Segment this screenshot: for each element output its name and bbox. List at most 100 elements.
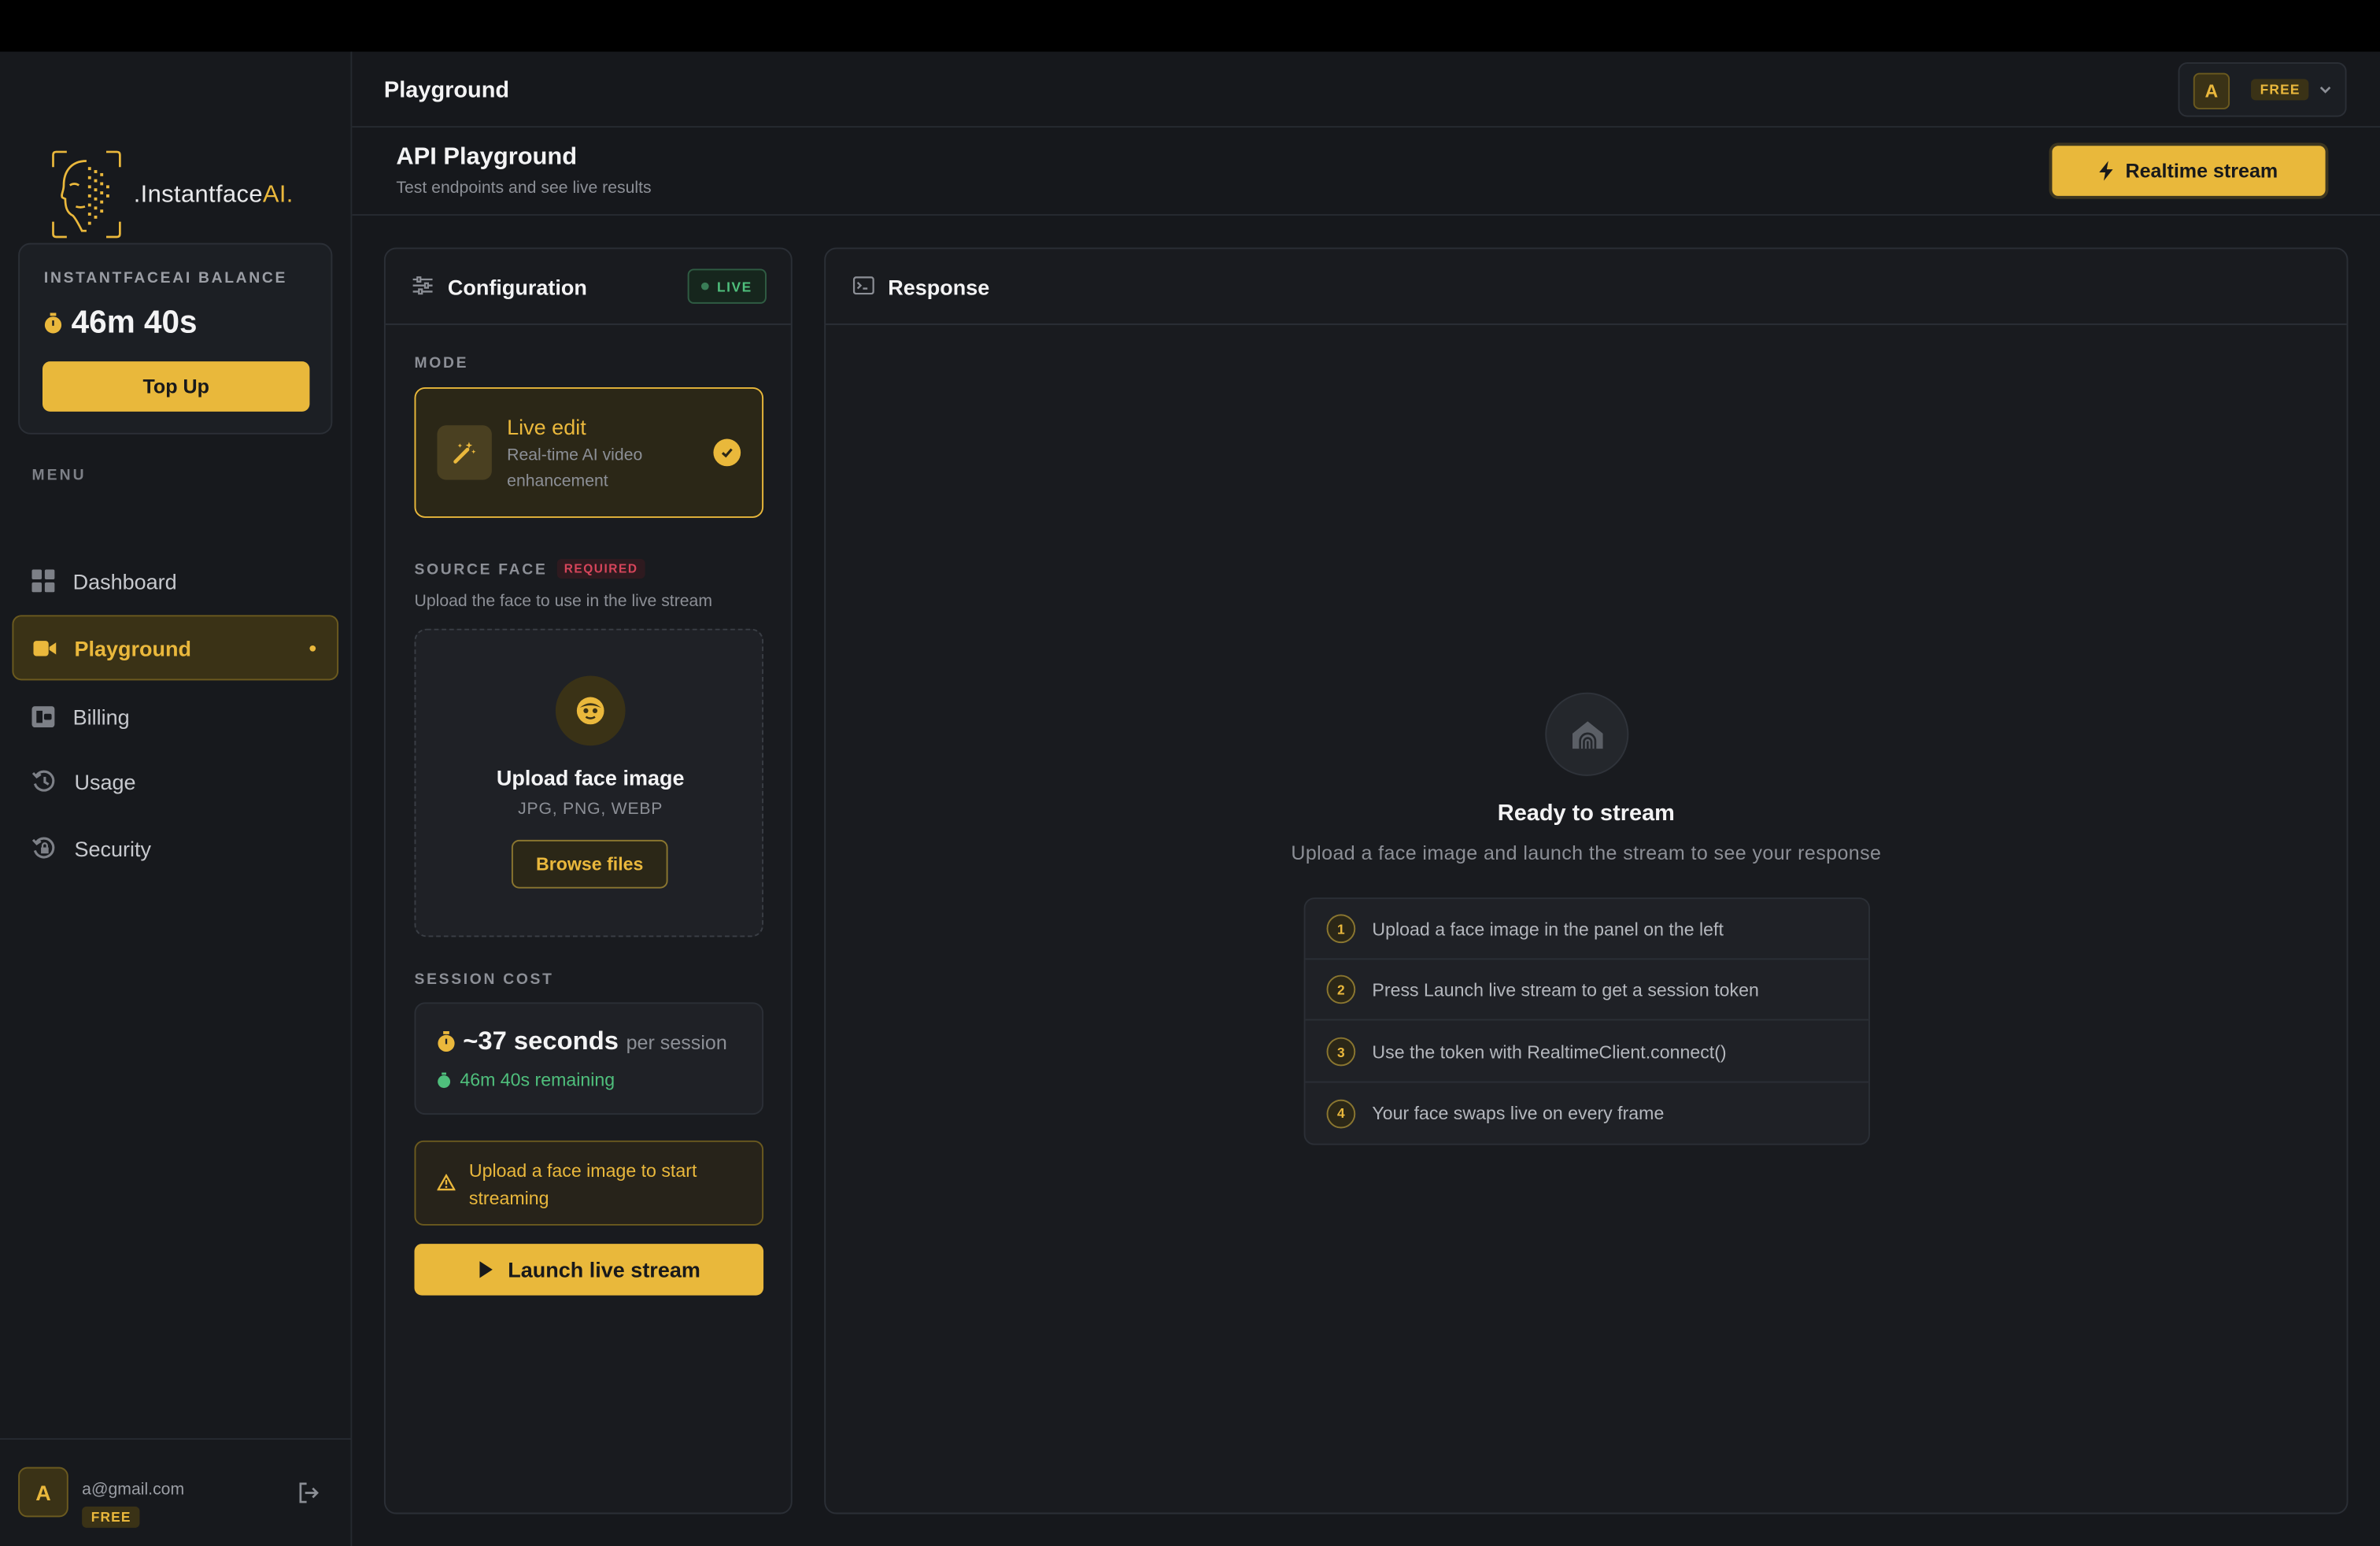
empty-state-description: Upload a face image and launch the strea… [1291, 841, 1882, 864]
wallet-icon [31, 705, 55, 727]
session-cost-card: ~37 seconds per session 46m 40s remainin… [414, 1002, 764, 1115]
face-scan-logo-icon [52, 150, 121, 239]
sidebar-item-usage[interactable]: Usage [12, 749, 338, 814]
sidebar-item-billing[interactable]: Billing [12, 683, 338, 749]
launch-live-stream-button[interactable]: Launch live stream [414, 1244, 764, 1296]
session-cost-label: SESSION COST [414, 971, 554, 989]
configuration-panel: Configuration LIVE MODE Live edit Real-t… [383, 247, 793, 1515]
check-icon [713, 438, 741, 467]
cost-value: ~37 seconds [463, 1026, 619, 1056]
stopwatch-icon [438, 1071, 451, 1088]
panel-title: Response [888, 275, 990, 300]
mode-option-live-edit[interactable]: Live edit Real-time AI video enhancement [414, 386, 764, 518]
main-content: Playground A FREE API Playground Test en… [352, 51, 2380, 1546]
history-icon [31, 770, 55, 792]
active-indicator [309, 644, 316, 651]
panel-title: Configuration [447, 275, 587, 300]
mode-label: MODE [414, 355, 469, 372]
step-number: 4 [1326, 1098, 1356, 1128]
warning-triangle-icon [437, 1174, 456, 1191]
top-bar: Playground A FREE [352, 52, 2380, 128]
balance-label: INSTANTFACEAI BALANCE [43, 270, 288, 287]
magic-wand-icon [437, 425, 492, 480]
live-status-text: LIVE [717, 279, 752, 294]
step-text: Use the token with RealtimeClient.connec… [1372, 1041, 1727, 1063]
cost-unit: per session [626, 1030, 727, 1054]
section-subtitle: Test endpoints and see live results [396, 179, 652, 198]
sidebar-item-label: Usage [74, 769, 136, 794]
plan-badge: FREE [82, 1506, 141, 1528]
shield-lock-icon [31, 837, 55, 859]
steps-list: 1 Upload a face image in the panel on the… [1303, 897, 1870, 1145]
top-up-button[interactable]: Top Up [42, 361, 310, 412]
sidebar: .InstantfaceAI. INSTANTFACEAI BALANCE 46… [0, 51, 353, 1546]
balance-card: INSTANTFACEAI BALANCE 46m 40s Top Up [18, 242, 333, 435]
balance-amount: 46m 40s [71, 305, 198, 341]
list-item: 4 Your face swaps live on every frame [1306, 1083, 1868, 1144]
video-camera-icon [33, 640, 57, 656]
play-icon [479, 1261, 493, 1278]
step-number: 1 [1326, 914, 1356, 944]
mode-description: Real-time AI video enhancement [507, 446, 643, 491]
sidebar-item-dashboard[interactable]: Dashboard [12, 548, 338, 613]
realtime-stream-label: Realtime stream [2125, 159, 2278, 183]
sidebar-item-label: Playground [74, 635, 192, 660]
empty-state-title: Ready to stream [1497, 800, 1675, 827]
sidebar-item-label: Dashboard [72, 568, 177, 594]
user-profile: A a@gmail.com FREE [0, 1438, 351, 1546]
warning-text: Upload a face image to start streaming [468, 1160, 697, 1209]
plan-badge: FREE [2251, 79, 2310, 101]
balance-value: 46m 40s [44, 305, 198, 342]
sidebar-item-label: Billing [72, 704, 130, 729]
source-face-text: SOURCE FACE [414, 561, 548, 579]
cost-summary: ~37 seconds per session [437, 1026, 727, 1057]
list-item: 3 Use the token with RealtimeClient.conne… [1305, 1022, 1869, 1083]
launch-label: Launch live stream [508, 1257, 700, 1282]
status-dot [701, 282, 710, 290]
face-icon [555, 675, 626, 746]
upload-file-types: JPG, PNG, WEBP [518, 800, 663, 819]
realtime-stream-button[interactable]: Realtime stream [2049, 142, 2329, 199]
fingerprint-icon [1545, 692, 1629, 776]
avatar[interactable]: A [18, 1466, 68, 1518]
page-title: Playground [383, 77, 510, 104]
user-email: a@gmail.com [82, 1481, 185, 1500]
sidebar-item-label: Security [74, 836, 152, 860]
sidebar-item-security[interactable]: Security [12, 816, 338, 881]
panel-header: Response [826, 249, 2347, 325]
sidebar-item-playground[interactable]: Playground [12, 615, 339, 681]
avatar: A [2193, 72, 2230, 109]
panel-header: Configuration LIVE [385, 249, 791, 325]
brand-logo[interactable]: .InstantfaceAI. [49, 149, 294, 240]
sliders-icon [412, 276, 433, 295]
response-panel: Response Ready to stream Upload a face i… [824, 247, 2349, 1515]
stopwatch-icon [44, 313, 62, 334]
mode-title: Live edit [507, 414, 586, 439]
terminal-icon [852, 276, 874, 295]
grid-icon [31, 569, 55, 593]
source-face-label: SOURCE FACE REQUIRED [414, 558, 646, 579]
lightning-icon [2099, 161, 2114, 181]
step-number: 3 [1326, 1037, 1356, 1067]
upload-title: Upload face image [496, 765, 685, 790]
warning-alert: Upload a face image to start streaming [414, 1140, 764, 1226]
account-menu[interactable]: A FREE [2178, 62, 2347, 117]
browse-files-button[interactable]: Browse files [511, 839, 668, 889]
required-badge: REQUIRED [556, 558, 646, 579]
remaining-time: 46m 40s remaining [437, 1069, 615, 1090]
app-root: .InstantfaceAI. INSTANTFACEAI BALANCE 46… [0, 0, 2380, 1546]
remaining-text: 46m 40s remaining [460, 1069, 615, 1091]
section-title: API Playground [396, 144, 578, 171]
step-text: Upload a face image in the panel on the … [1372, 918, 1724, 940]
brand-name: .InstantfaceAI. [133, 182, 294, 209]
source-face-description: Upload the face to use in the live strea… [414, 592, 713, 611]
menu-label: MENU [31, 468, 87, 485]
step-text: Press Launch live stream to get a sessio… [1372, 978, 1759, 1000]
face-upload-dropzone[interactable]: Upload face image JPG, PNG, WEBP Browse … [414, 628, 764, 938]
list-item: 2 Press Launch live stream to get a sessi… [1305, 960, 1869, 1021]
list-item: 1 Upload a face image in the panel on the… [1305, 899, 1869, 960]
logout-icon[interactable] [298, 1482, 319, 1503]
step-number: 2 [1326, 975, 1356, 1004]
live-status-badge: LIVE [687, 268, 767, 304]
step-text: Your face swaps live on every frame [1372, 1102, 1665, 1124]
